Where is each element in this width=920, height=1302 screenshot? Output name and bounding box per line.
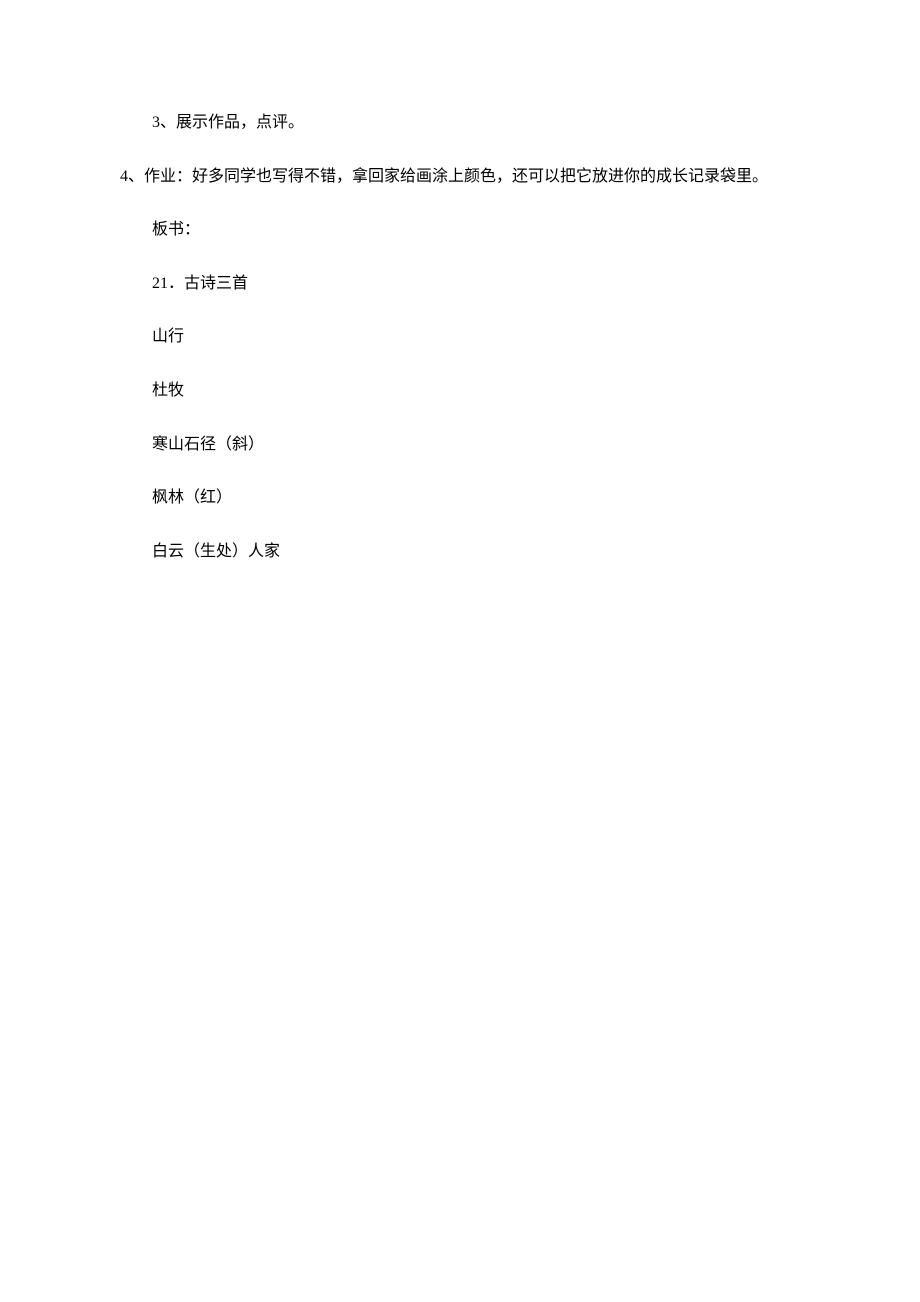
paragraph-lesson-title: 21．古诗三首 [120, 271, 800, 297]
paragraph-author: 杜牧 [120, 378, 800, 404]
paragraph-item-3: 3、展示作品，点评。 [120, 110, 800, 136]
paragraph-poem-title: 山行 [120, 324, 800, 350]
paragraph-line-1: 寒山石径（斜） [120, 432, 800, 458]
paragraph-line-2: 枫林（红） [120, 485, 800, 511]
paragraph-4-text: 4、作业：好多同学也写得不错，拿回家给画涂上颜色，还可以把它放进你的成长记录袋里… [120, 168, 768, 185]
paragraph-board: 板书： [120, 217, 800, 243]
paragraph-item-4: 4、作业：好多同学也写得不错，拿回家给画涂上颜色，还可以把它放进你的成长记录袋里… [120, 164, 800, 190]
paragraph-line-3: 白云（生处）人家 [120, 539, 800, 565]
